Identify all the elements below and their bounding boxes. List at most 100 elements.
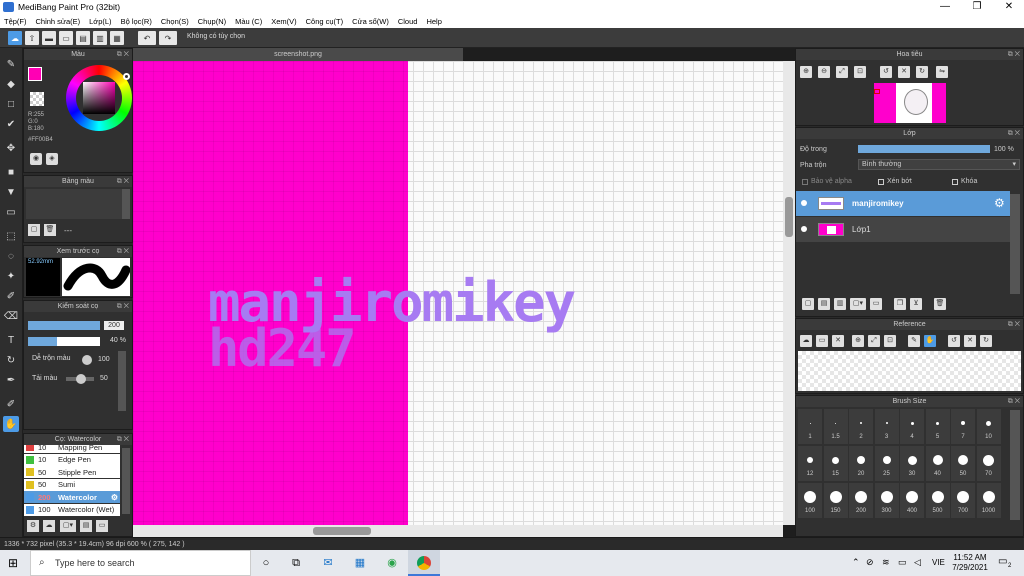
brush-size-cell[interactable]: 1	[798, 409, 822, 444]
canvas-horizontal-scrollbar[interactable]	[133, 525, 783, 537]
wifi-icon[interactable]: ≋	[882, 557, 890, 568]
store-icon[interactable]: ▦	[353, 556, 367, 570]
close-button[interactable]: ✕	[994, 0, 1024, 14]
redo-icon[interactable]: ↷	[159, 31, 177, 45]
comment-icon[interactable]: ▭	[59, 31, 73, 45]
palette-scrollbar[interactable]	[122, 189, 130, 219]
chrome-taskbar-button[interactable]	[408, 550, 440, 576]
merge-layer-icon[interactable]: ⊻	[910, 298, 922, 310]
menu-item[interactable]: Cửa sổ(W)	[352, 17, 389, 26]
rotate-left-icon[interactable]: ↺	[948, 335, 960, 347]
lasso-tool-icon[interactable]: ◌	[3, 248, 19, 264]
shape-tool-icon[interactable]: □	[3, 96, 19, 112]
layer-row[interactable]: manjiromikey ⚙	[796, 191, 1010, 216]
panel-popout-icon[interactable]: ⧉ ✕	[117, 246, 129, 257]
battery-icon[interactable]: ▭	[898, 557, 907, 568]
cortana-icon[interactable]: ○	[259, 556, 273, 570]
brush-size-cell[interactable]: 5	[925, 409, 950, 444]
chat-icon[interactable]: ▬	[42, 31, 56, 45]
mail-icon[interactable]: ✉	[321, 556, 335, 570]
panel-popout-icon[interactable]: ⧉ ✕	[117, 301, 129, 312]
brush-size-scrollbar[interactable]	[1010, 410, 1020, 520]
task-view-icon[interactable]: ⧉	[289, 556, 303, 570]
rotate-right-icon[interactable]: ↻	[916, 66, 928, 78]
panel-popout-icon[interactable]: ⧉ ✕	[117, 434, 129, 445]
brush-size-cell[interactable]: 700	[951, 483, 975, 518]
brush-cloud-icon[interactable]: ☁	[43, 520, 55, 532]
select-pen-tool-icon[interactable]: ✔	[3, 116, 19, 132]
lock-checkbox[interactable]: Khóa	[952, 178, 977, 185]
brush-size-cell[interactable]: 7	[951, 409, 975, 444]
layer-blend-select[interactable]: Bình thường ▾	[858, 159, 1020, 170]
menu-item[interactable]: Chụp(N)	[198, 17, 226, 26]
eyedropper-icon[interactable]: ✎	[908, 335, 920, 347]
magic-wand-tool-icon[interactable]: ✦	[3, 268, 19, 284]
move-tool-icon[interactable]: ✥	[3, 140, 19, 156]
brush-size-cell[interactable]: 100	[798, 483, 822, 518]
brush-page-icon[interactable]: ▤	[80, 520, 92, 532]
panel-popout-icon[interactable]: ⧉ ✕	[117, 49, 129, 60]
color-palette-icon[interactable]: ◉	[30, 153, 42, 165]
brush-folder-icon[interactable]: ▭	[96, 520, 108, 532]
menu-item[interactable]: Chỉnh sửa(E)	[36, 17, 81, 26]
brush-size-slider[interactable]	[28, 321, 100, 330]
brush-settings-icon[interactable]: ⚙	[27, 520, 39, 532]
delete-palette-icon[interactable]: 🗑	[44, 224, 56, 236]
operation-tool-icon[interactable]: ↻	[3, 352, 19, 368]
select-brush-tool-icon[interactable]: ✐	[3, 288, 19, 304]
brush-control-scrollbar[interactable]	[118, 351, 126, 411]
brush-size-cell[interactable]: 500	[925, 483, 950, 518]
brush-size-cell[interactable]: 12	[798, 446, 822, 481]
brush-size-cell[interactable]: 2	[849, 409, 873, 444]
hand-icon[interactable]: ✋	[924, 335, 936, 347]
panel-popout-icon[interactable]: ⧉ ✕	[1008, 319, 1020, 330]
menu-item[interactable]: Chọn(S)	[161, 17, 189, 26]
color-picker-icon[interactable]: ◈	[46, 153, 58, 165]
blend-knob[interactable]	[82, 355, 92, 365]
panel-popout-icon[interactable]: ⧉ ✕	[117, 176, 129, 187]
language-indicator[interactable]: VIE	[932, 558, 945, 567]
zoom-in-icon[interactable]: ⊕	[852, 335, 864, 347]
brush-size-cell[interactable]: 400	[900, 483, 924, 518]
menu-item[interactable]: Màu (C)	[235, 17, 262, 26]
fill-rect-tool-icon[interactable]: ■	[3, 164, 19, 180]
layer-opacity-slider[interactable]	[858, 145, 990, 153]
panel-popout-icon[interactable]: ⧉ ✕	[1008, 49, 1020, 60]
canvas-vertical-scrollbar[interactable]	[783, 61, 795, 525]
gear-icon[interactable]: ⚙	[994, 196, 1005, 210]
maximize-button[interactable]: ❐	[962, 0, 992, 14]
rotate-reset-icon[interactable]: ✕	[964, 335, 976, 347]
add-palette-icon[interactable]: ▢	[28, 224, 40, 236]
document-tab[interactable]: screenshot.png	[133, 48, 463, 61]
windows-start-icon[interactable]: ⊞	[8, 557, 20, 569]
minimize-button[interactable]: —	[930, 0, 960, 14]
save-icon[interactable]: ⇧	[25, 31, 39, 45]
clipping-checkbox[interactable]: Xén bớt	[878, 178, 912, 185]
eyedropper2-tool-icon[interactable]: ✐	[3, 396, 19, 412]
undo-icon[interactable]: ↶	[138, 31, 156, 45]
protect-alpha-checkbox[interactable]: Bảo vệ alpha	[802, 178, 852, 185]
brush-size-cell[interactable]: 30	[900, 446, 924, 481]
duplicate-layer-icon[interactable]: ❐	[894, 298, 906, 310]
layer-row[interactable]: Lớp1	[796, 217, 1010, 242]
brush-size-cell[interactable]: 70	[976, 446, 1001, 481]
layer-visibility-icon[interactable]	[801, 226, 807, 232]
load-knob[interactable]	[76, 374, 86, 384]
brush-list-item[interactable]: 10 Mapping Pen	[24, 445, 120, 453]
cloud-icon[interactable]: ☁	[8, 31, 22, 45]
menu-item[interactable]: Bộ lọc(R)	[121, 17, 152, 26]
brush-size-cell[interactable]: 20	[849, 446, 873, 481]
new-layer-icon[interactable]: ▢	[802, 298, 814, 310]
transparent-swatch[interactable]	[30, 92, 44, 106]
network-status-icon[interactable]: ⊘	[866, 557, 874, 568]
brush-size-cell[interactable]: 1000	[976, 483, 1001, 518]
panel-popout-icon[interactable]: ⧉ ✕	[1008, 396, 1020, 407]
add-layer-menu-icon[interactable]: ▢▾	[850, 298, 866, 310]
actual-size-icon[interactable]: ⊡	[854, 66, 866, 78]
close-reference-icon[interactable]: ✕	[832, 335, 844, 347]
text-tool-icon[interactable]: T	[3, 332, 19, 348]
select-rect-tool-icon[interactable]: ⬚	[3, 228, 19, 244]
panel-popout-icon[interactable]: ⧉ ✕	[1008, 128, 1020, 139]
brush-size-cell[interactable]: 4	[900, 409, 924, 444]
brush-size-cell[interactable]: 10	[976, 409, 1001, 444]
